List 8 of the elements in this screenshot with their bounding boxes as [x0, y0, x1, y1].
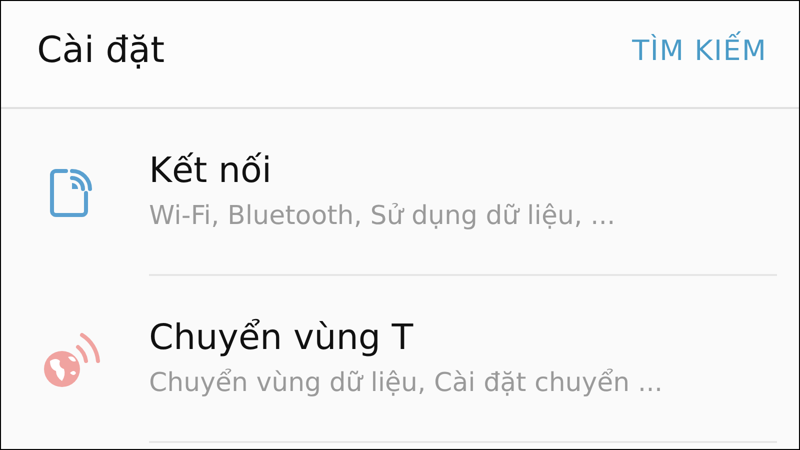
settings-item[interactable]: Kết nối Wi-Fi, Bluetooth, Sử dụng dữ liệu, ... [149, 109, 777, 276]
item-title: Chuyển vùng T [149, 318, 414, 358]
item-title: Kết nối [149, 150, 273, 190]
screen-title: Cài đặt [37, 30, 165, 70]
settings-item[interactable]: Chuyển vùng T Chuyển vùng dữ liệu, Cài đặt chuyển ... [149, 276, 777, 443]
device-signal-icon [48, 166, 94, 218]
item-subtitle: Wi-Fi, Bluetooth, Sử dụng dữ liệu, ... [149, 200, 616, 230]
item-subtitle: Chuyển vùng dữ liệu, Cài đặt chuyển ... [149, 368, 664, 398]
